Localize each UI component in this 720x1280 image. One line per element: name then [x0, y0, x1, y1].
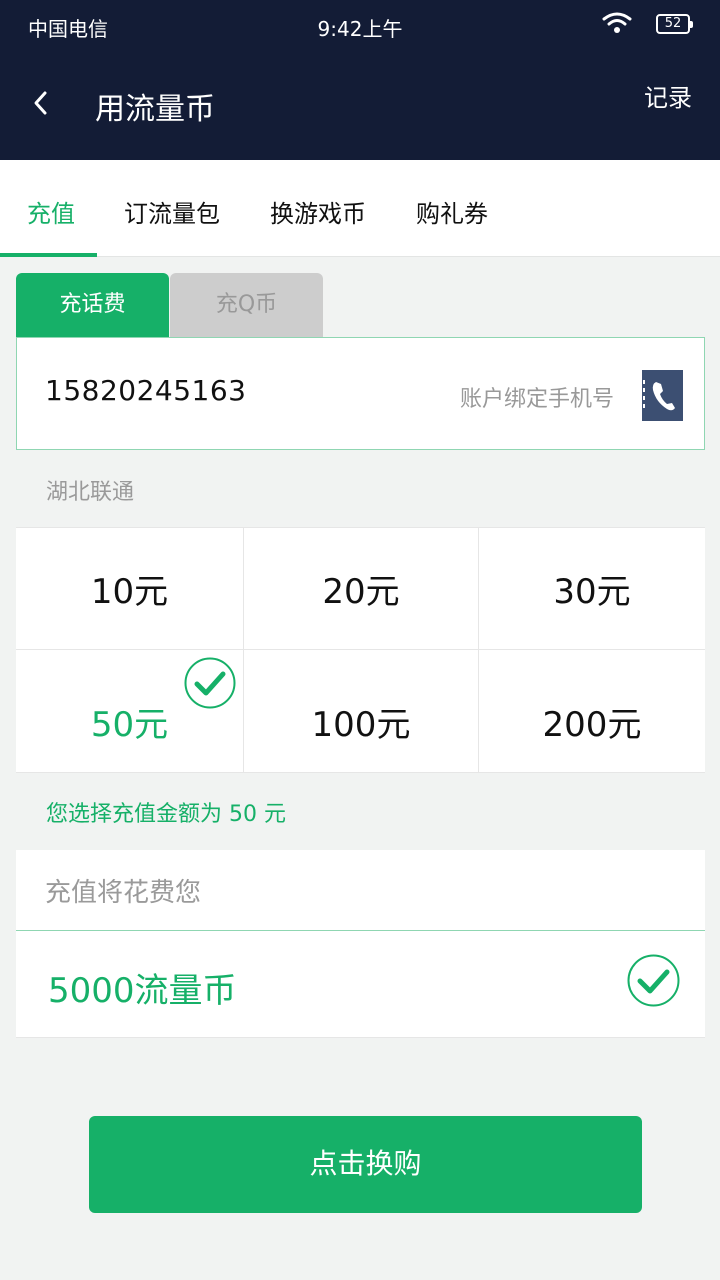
contacts-phone-icon[interactable]	[642, 370, 683, 421]
app-bar: 用流量币 记录	[0, 50, 720, 160]
amount-option-20[interactable]: 20元	[244, 528, 479, 650]
active-tab-indicator	[0, 253, 97, 257]
amount-label: 20元	[322, 572, 400, 612]
page-title: 用流量币	[95, 92, 215, 127]
tab-gift-vouchers[interactable]: 购礼券	[416, 194, 488, 229]
phone-number-field[interactable]: 15820245163 账户绑定手机号	[16, 337, 705, 450]
subtab-q-coins[interactable]: 充Q币	[170, 273, 323, 338]
divider	[16, 930, 705, 931]
amount-option-100[interactable]: 100元	[244, 650, 479, 772]
amount-label: 50元	[90, 704, 169, 745]
wifi-icon	[602, 12, 632, 33]
amount-label: 100元	[311, 704, 411, 745]
amount-option-10[interactable]: 10元	[16, 528, 244, 650]
battery-icon: 52	[656, 14, 693, 34]
amount-option-30[interactable]: 30元	[479, 528, 705, 650]
records-link[interactable]: 记录	[644, 78, 692, 113]
tab-data-package[interactable]: 订流量包	[124, 194, 220, 229]
tab-game-coins[interactable]: 换游戏币	[270, 194, 366, 229]
amount-option-50[interactable]: 50元	[16, 650, 244, 772]
subtab-phone-credit[interactable]: 充话费	[16, 273, 169, 338]
amount-label: 200元	[542, 704, 642, 745]
amount-grid: 10元 20元 30元 50元 100元 200元	[16, 527, 705, 773]
phone-number-hint: 账户绑定手机号	[459, 387, 614, 412]
carrier-info: 湖北联通	[46, 480, 135, 505]
selection-summary: 您选择充值金额为 50 元	[46, 802, 286, 827]
status-bar: 中国电信 9:42上午 52	[0, 0, 720, 50]
main-tabs: 充值 订流量包 换游戏币 购礼券	[0, 160, 720, 257]
cost-amount[interactable]: 5000流量币	[48, 963, 237, 1012]
selected-check-icon	[184, 657, 236, 709]
cost-label: 充值将花费您	[45, 878, 202, 908]
payment-option-box: 充值将花费您 5000流量币	[16, 850, 705, 1038]
tab-recharge[interactable]: 充值	[27, 194, 75, 229]
amount-label: 10元	[90, 572, 169, 612]
phone-number-value[interactable]: 15820245163	[45, 374, 246, 407]
amount-option-200[interactable]: 200元	[479, 650, 705, 772]
buy-button[interactable]: 点击换购	[89, 1116, 642, 1213]
back-arrow-icon[interactable]	[24, 86, 58, 120]
payment-check-icon[interactable]	[627, 954, 680, 1007]
amount-label: 30元	[553, 572, 631, 612]
